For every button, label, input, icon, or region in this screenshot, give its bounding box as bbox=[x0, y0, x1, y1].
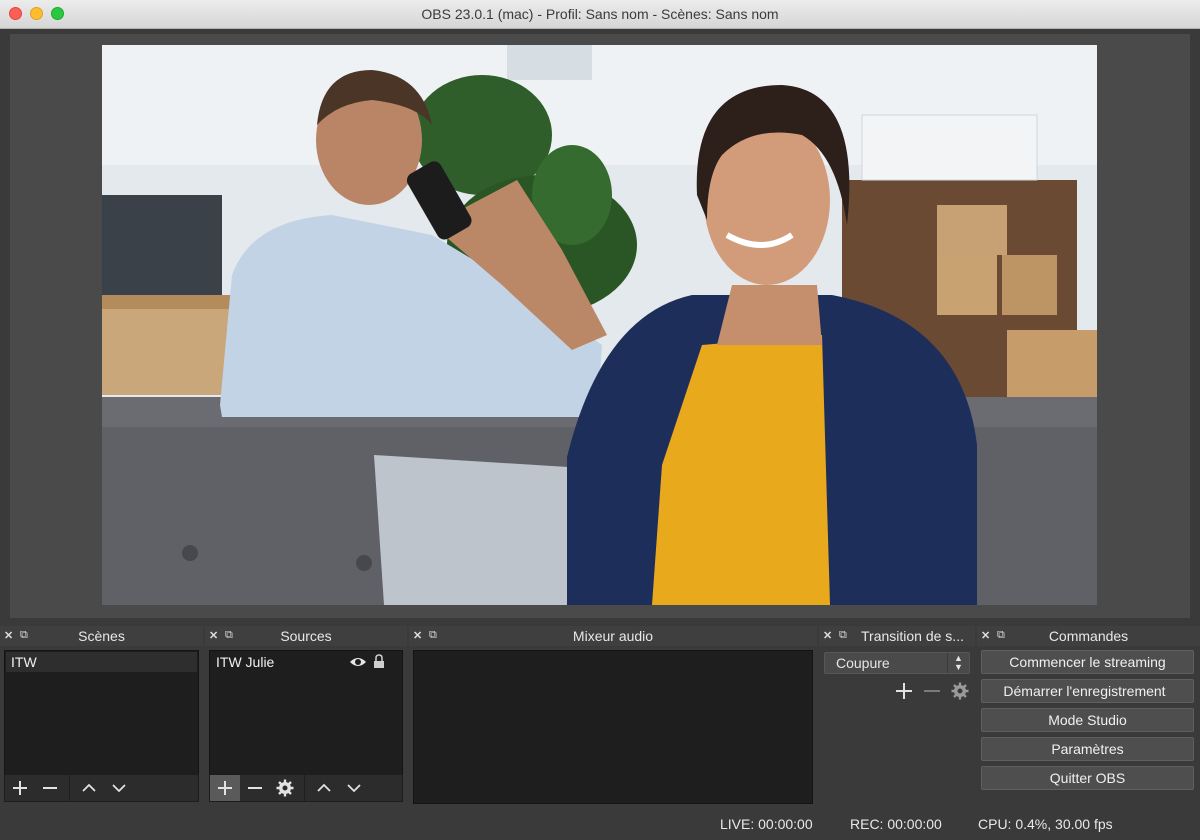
preview-image bbox=[102, 45, 1097, 605]
lock-icon[interactable] bbox=[373, 654, 385, 674]
dock-close-icon[interactable]: ✕ bbox=[823, 629, 832, 642]
mixer-dock: ✕ ⧉ Mixeur audio bbox=[409, 626, 817, 804]
scenes-toolbar bbox=[4, 774, 199, 802]
studio-mode-button[interactable]: Mode Studio bbox=[981, 708, 1194, 732]
add-scene-button[interactable] bbox=[5, 775, 35, 801]
transition-select-value: Coupure bbox=[836, 655, 890, 671]
dock-float-icon[interactable]: ⧉ bbox=[839, 629, 847, 642]
sources-dock-title: Sources bbox=[280, 628, 332, 644]
start-recording-button[interactable]: Démarrer l'enregistrement bbox=[981, 679, 1194, 703]
toolbar-separator bbox=[69, 775, 70, 801]
transition-properties-button[interactable] bbox=[951, 682, 969, 705]
mixer-dock-header: ✕ ⧉ Mixeur audio bbox=[409, 626, 817, 646]
sources-dock-header: ✕ ⧉ Sources bbox=[205, 626, 407, 646]
transitions-dock: ✕ ⧉ Transition de s... Coupure ▲ ▼ bbox=[819, 626, 975, 804]
toolbar-separator bbox=[304, 775, 305, 801]
dock-close-icon[interactable]: ✕ bbox=[209, 629, 218, 642]
minus-icon bbox=[43, 787, 57, 789]
dock-close-icon[interactable]: ✕ bbox=[981, 629, 990, 642]
sources-dock: ✕ ⧉ Sources ITW Julie bbox=[205, 626, 407, 804]
mixer-dock-title: Mixeur audio bbox=[572, 628, 654, 644]
dock-close-icon[interactable]: ✕ bbox=[413, 629, 422, 642]
chevron-up-icon bbox=[317, 783, 331, 792]
minus-icon bbox=[924, 690, 940, 692]
source-item-label: ITW Julie bbox=[216, 654, 275, 670]
preview-canvas[interactable] bbox=[102, 45, 1097, 605]
plus-icon bbox=[218, 781, 232, 795]
title-bar: OBS 23.0.1 (mac) - Profil: Sans nom - Sc… bbox=[0, 0, 1200, 29]
source-properties-button[interactable] bbox=[270, 775, 300, 801]
settings-button[interactable]: Paramètres bbox=[981, 737, 1194, 761]
minus-icon bbox=[248, 787, 262, 789]
controls-dock-header: ✕ ⧉ Commandes bbox=[977, 626, 1200, 646]
live-timer: LIVE: 00:00:00 bbox=[720, 816, 813, 832]
maximize-window-button[interactable] bbox=[51, 7, 64, 20]
dock-float-icon[interactable]: ⧉ bbox=[225, 629, 233, 642]
dock-float-icon[interactable]: ⧉ bbox=[20, 629, 28, 642]
plus-icon bbox=[896, 683, 912, 699]
gear-icon bbox=[276, 779, 294, 797]
sources-list[interactable]: ITW Julie bbox=[209, 650, 403, 776]
controls-dock: ✕ ⧉ Commandes Commencer le streaming Dém… bbox=[977, 626, 1200, 804]
plus-icon bbox=[13, 781, 27, 795]
scene-item-label: ITW bbox=[11, 654, 37, 670]
add-transition-button[interactable] bbox=[895, 682, 913, 705]
window-title: OBS 23.0.1 (mac) - Profil: Sans nom - Sc… bbox=[421, 6, 779, 22]
move-scene-up-button[interactable] bbox=[74, 775, 104, 801]
close-window-button[interactable] bbox=[9, 7, 22, 20]
transition-select[interactable]: Coupure ▲ ▼ bbox=[824, 652, 970, 674]
sources-toolbar bbox=[209, 774, 403, 802]
dock-float-icon[interactable]: ⧉ bbox=[997, 629, 1005, 642]
remove-scene-button[interactable] bbox=[35, 775, 65, 801]
remove-source-button[interactable] bbox=[240, 775, 270, 801]
transitions-dock-header: ✕ ⧉ Transition de s... bbox=[819, 626, 975, 646]
window-controls bbox=[9, 7, 64, 20]
remove-transition-button[interactable] bbox=[923, 682, 941, 705]
scenes-dock-header: ✕ ⧉ Scènes bbox=[0, 626, 203, 646]
scenes-list[interactable]: ITW bbox=[4, 650, 199, 776]
add-source-button[interactable] bbox=[210, 775, 240, 801]
eye-icon[interactable] bbox=[349, 654, 367, 674]
dock-float-icon[interactable]: ⧉ bbox=[429, 629, 437, 642]
scenes-dock: ✕ ⧉ Scènes ITW bbox=[0, 626, 203, 804]
chevron-down-icon bbox=[112, 784, 126, 793]
move-source-up-button[interactable] bbox=[309, 775, 339, 801]
exit-button[interactable]: Quitter OBS bbox=[981, 766, 1194, 790]
move-scene-down-button[interactable] bbox=[104, 775, 134, 801]
start-streaming-button[interactable]: Commencer le streaming bbox=[981, 650, 1194, 674]
controls-dock-title: Commandes bbox=[1048, 628, 1129, 644]
rec-timer: REC: 00:00:00 bbox=[850, 816, 942, 832]
chevron-down-icon bbox=[347, 784, 361, 793]
minimize-window-button[interactable] bbox=[30, 7, 43, 20]
scenes-dock-title: Scènes bbox=[78, 628, 125, 644]
dock-close-icon[interactable]: ✕ bbox=[4, 629, 13, 642]
controls-buttons: Commencer le streaming Démarrer l'enregi… bbox=[981, 650, 1194, 800]
mixer-panel bbox=[413, 650, 813, 804]
cpu-fps: CPU: 0.4%, 30.00 fps bbox=[978, 816, 1113, 832]
transition-actions bbox=[895, 682, 969, 705]
gear-icon bbox=[951, 682, 969, 700]
status-bar: LIVE: 00:00:00 REC: 00:00:00 CPU: 0.4%, … bbox=[0, 808, 1200, 840]
move-source-down-button[interactable] bbox=[339, 775, 369, 801]
source-item[interactable]: ITW Julie bbox=[211, 652, 401, 672]
chevron-up-icon bbox=[82, 783, 96, 792]
select-stepper-icon: ▲ ▼ bbox=[947, 653, 969, 673]
scene-item[interactable]: ITW bbox=[6, 652, 197, 672]
transitions-dock-title: Transition de s... bbox=[861, 628, 964, 644]
